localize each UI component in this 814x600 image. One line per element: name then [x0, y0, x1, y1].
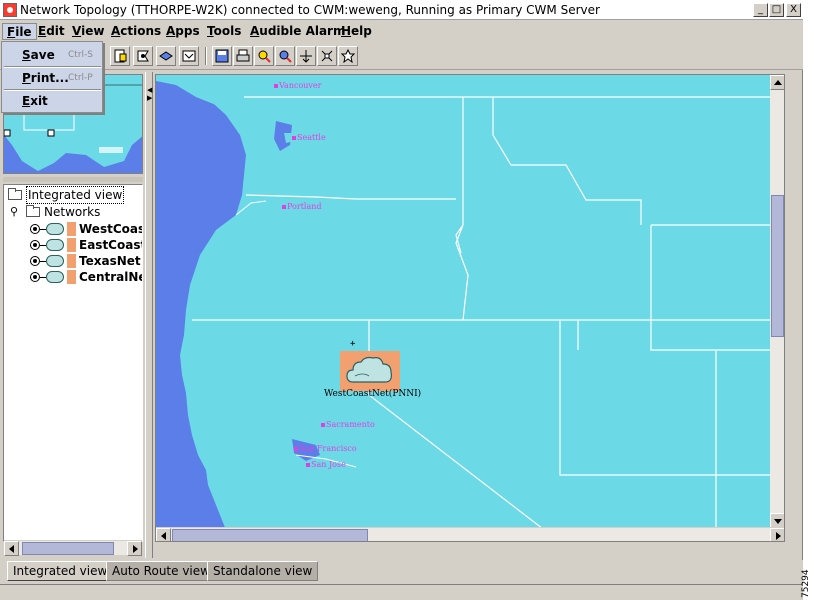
status-square [67, 238, 76, 252]
scroll-right-arrow-icon[interactable] [770, 528, 784, 541]
shortcut-label: Ctrl-S [68, 50, 93, 60]
menu-apps[interactable]: Apps [162, 23, 204, 40]
scroll-down-arrow-icon[interactable] [770, 513, 784, 528]
scroll-left-arrow-icon[interactable] [4, 541, 19, 556]
cloud-icon [46, 239, 64, 251]
menu-view[interactable]: View [68, 23, 108, 40]
city-label: Sacramento [321, 420, 375, 429]
print-icon[interactable] [233, 46, 253, 66]
menu-audible-alarm[interactable]: Audible Alarm [246, 23, 349, 40]
status-square [67, 222, 76, 236]
figure-id: 75294 [801, 569, 811, 598]
zoom-in-icon[interactable] [254, 46, 274, 66]
window-title: Network Topology (TTHORPE-W2K) connected… [20, 3, 600, 17]
layers-icon[interactable] [156, 46, 176, 66]
expand-handle-icon[interactable]: ⚲ [10, 204, 18, 220]
close-button[interactable]: X [786, 3, 801, 17]
shortcut-label: Ctrl-P [68, 73, 93, 83]
view-tabs: Integrated view Auto Route view Standalo… [0, 560, 803, 582]
status-bar [0, 584, 803, 600]
network-topology-window: Network Topology (TTHORPE-W2K) connected… [0, 0, 803, 600]
flag-icon[interactable] [133, 46, 153, 66]
cloud-icon [46, 271, 64, 283]
scroll-up-arrow-icon[interactable] [770, 75, 784, 90]
network-tree: Integrated view ⚲ Networks WestCoast Eas… [3, 184, 143, 542]
menu-item-print[interactable]: Print... Ctrl-P [2, 68, 102, 88]
tree-item-network[interactable]: WestCoast [6, 221, 142, 237]
map-layer-icon[interactable] [179, 46, 199, 66]
node-handle-icon[interactable] [30, 224, 46, 234]
node-handle-icon[interactable] [30, 256, 46, 266]
select-icon[interactable] [338, 46, 358, 66]
document-icon[interactable] [110, 46, 130, 66]
toolbar [0, 42, 803, 70]
tab-standalone-view[interactable]: Standalone view [207, 561, 319, 581]
tree-item-network[interactable]: CentralNet [6, 269, 142, 285]
map-horizontal-scrollbar[interactable] [156, 527, 784, 541]
city-label: Portland [282, 202, 322, 211]
menu-item-exit[interactable]: Exit [2, 91, 102, 111]
menu-file[interactable]: File [2, 23, 37, 40]
minimize-button[interactable]: _ [753, 3, 768, 17]
scroll-right-arrow-icon[interactable] [127, 541, 142, 556]
tree-item-network[interactable]: EastCoastN [6, 237, 142, 253]
folder-icon [26, 205, 40, 217]
left-panel: Integrated view ⚲ Networks WestCoast Eas… [0, 72, 145, 558]
menu-bar: File Edit View Actions Apps Tools Audibl… [0, 20, 803, 42]
tree-item-networks[interactable]: ⚲ Networks [6, 204, 141, 220]
tab-integrated-view[interactable]: Integrated view [7, 561, 114, 581]
menu-edit[interactable]: Edit [34, 23, 69, 40]
status-square [67, 254, 76, 268]
node-handle-icon[interactable] [30, 272, 46, 282]
tree-item-integrated-view[interactable]: Integrated view [6, 186, 141, 204]
tree-item-network[interactable]: TexasNet [6, 253, 142, 269]
zoom-out-icon[interactable] [275, 46, 295, 66]
folder-icon [8, 188, 22, 200]
status-square [67, 270, 76, 284]
save-icon[interactable] [212, 46, 232, 66]
maximize-button[interactable]: □ [769, 3, 784, 17]
file-menu-dropdown: Save Ctrl-S Print... Ctrl-P Exit [1, 41, 103, 113]
crosshair-icon: + [350, 339, 356, 349]
menu-actions[interactable]: Actions [107, 23, 165, 40]
cloud-icon [346, 356, 392, 383]
cloud-icon [46, 255, 64, 267]
scroll-thumb[interactable] [22, 542, 114, 555]
fit-icon[interactable] [296, 46, 316, 66]
network-node-label: WestCoastNet(PNNI) [324, 389, 422, 399]
city-label: San Jose [306, 460, 346, 469]
scroll-thumb[interactable] [172, 529, 368, 541]
menu-tools[interactable]: Tools [203, 23, 245, 40]
node-handle-icon[interactable] [30, 240, 46, 250]
overview-divider[interactable] [3, 176, 143, 182]
network-node-westcoastnet[interactable] [340, 351, 400, 391]
menu-item-save[interactable]: Save Ctrl-S [2, 45, 102, 65]
topology-map[interactable]: Vancouver Seattle Portland Sacramento Sa… [155, 74, 785, 542]
panel-splitter[interactable] [145, 72, 153, 558]
city-label: San Francisco [294, 444, 357, 453]
tab-auto-route-view[interactable]: Auto Route view [106, 561, 216, 581]
title-bar: Network Topology (TTHORPE-W2K) connected… [0, 0, 803, 20]
app-icon [3, 3, 17, 17]
city-label: Vancouver [274, 81, 322, 90]
scroll-left-arrow-icon[interactable] [156, 528, 171, 541]
menu-help[interactable]: Help [337, 23, 376, 40]
tree-horizontal-scrollbar[interactable] [4, 540, 142, 556]
toolbar-separator [205, 47, 207, 65]
map-vertical-scrollbar[interactable] [770, 75, 784, 528]
splitter-arrows-icon[interactable] [147, 86, 152, 102]
cloud-icon [46, 223, 64, 235]
city-label: Seattle [292, 133, 326, 142]
west-coast-map [156, 75, 784, 541]
scroll-thumb[interactable] [771, 195, 784, 337]
pan-icon[interactable] [317, 46, 337, 66]
